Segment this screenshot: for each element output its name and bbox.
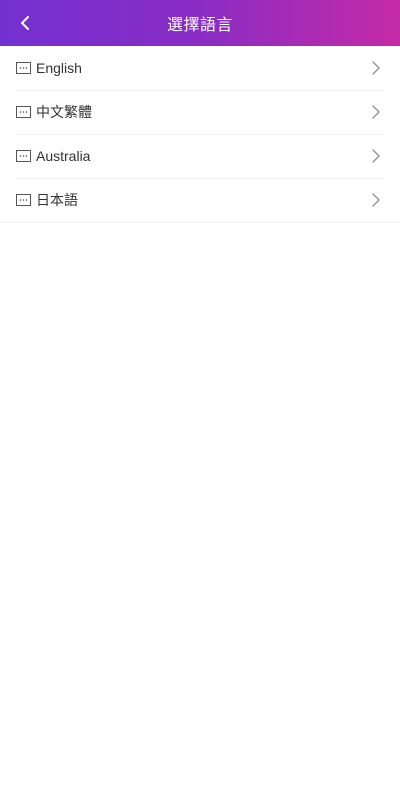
language-list: English 中文繁體 Australia 日本語: [0, 46, 400, 223]
language-label: 日本語: [36, 192, 78, 208]
language-label: 中文繁體: [36, 104, 92, 120]
page-title: 選擇語言: [166, 17, 233, 34]
chevron-right-icon: [368, 60, 384, 76]
language-item-english[interactable]: English: [0, 46, 400, 90]
back-button[interactable]: [10, 7, 40, 39]
chevron-left-icon: [21, 16, 29, 30]
language-item-traditional-chinese[interactable]: 中文繁體: [0, 90, 400, 134]
chevron-right-icon: [368, 148, 384, 164]
message-icon: [16, 61, 32, 75]
language-select-page: 選擇語言 English 中文繁體 Australia 日本語: [0, 0, 400, 800]
language-item-japanese[interactable]: 日本語: [0, 178, 400, 222]
chevron-right-icon: [368, 104, 384, 120]
language-item-australia[interactable]: Australia: [0, 134, 400, 178]
chevron-right-icon: [368, 192, 384, 208]
language-label: Australia: [36, 148, 91, 164]
nav-bar: 選擇語言: [0, 0, 400, 46]
message-icon: [16, 193, 32, 207]
language-label: English: [36, 60, 82, 76]
message-icon: [16, 105, 32, 119]
message-icon: [16, 149, 32, 163]
